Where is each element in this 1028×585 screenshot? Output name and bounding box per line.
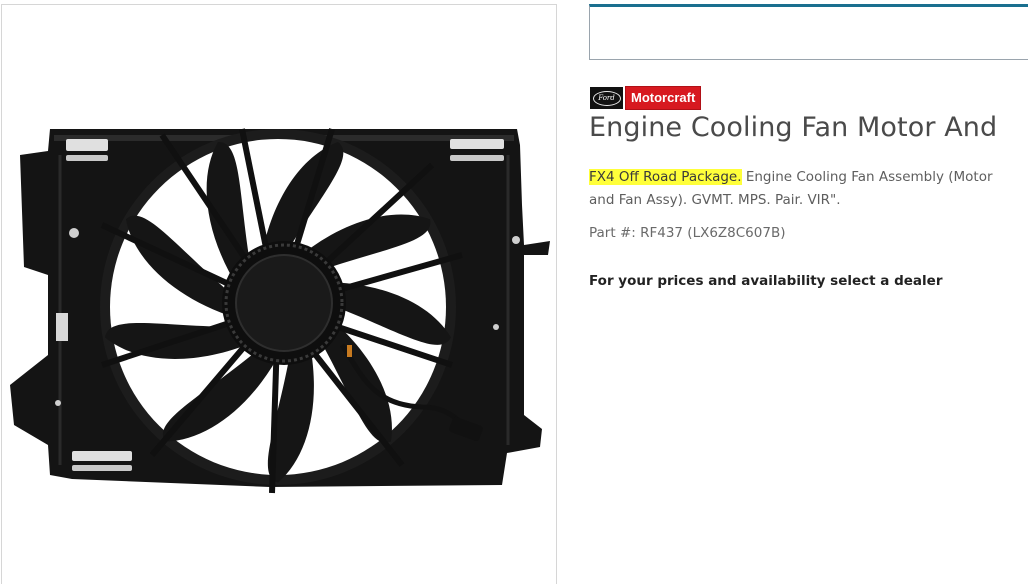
- product-title: Engine Cooling Fan Motor And: [589, 112, 998, 143]
- ford-logo-text: Ford: [592, 90, 621, 106]
- product-image-frame[interactable]: [1, 4, 557, 584]
- part-number: Part #: RF437 (LX6Z8C607B): [589, 225, 786, 241]
- ford-logo: Ford: [590, 87, 623, 109]
- cooling-fan-image: [10, 128, 550, 494]
- product-description: FX4 Off Road Package. Engine Cooling Fan…: [589, 166, 1019, 212]
- dealer-select-box[interactable]: [589, 4, 1028, 60]
- brand-logos: Ford Motorcraft: [590, 86, 702, 110]
- description-highlight: FX4 Off Road Package.: [589, 169, 742, 185]
- motorcraft-logo: Motorcraft: [625, 86, 702, 110]
- dealer-prompt[interactable]: For your prices and availability select …: [589, 273, 942, 289]
